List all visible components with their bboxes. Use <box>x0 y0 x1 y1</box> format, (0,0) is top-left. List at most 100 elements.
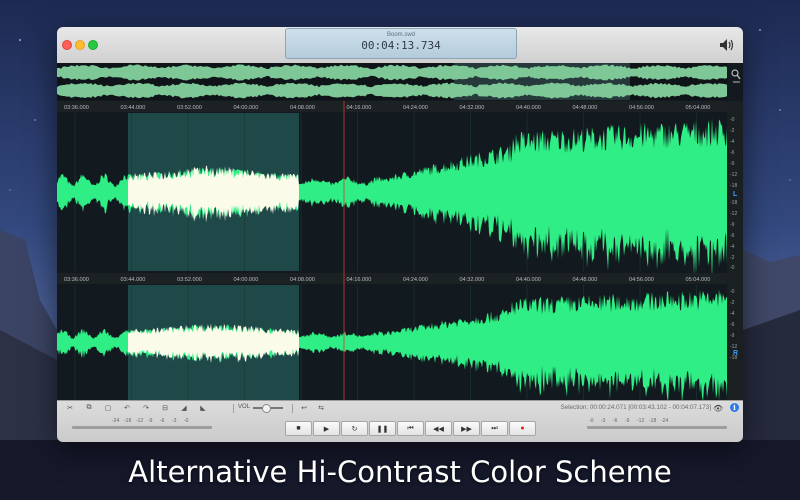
meter-label: -9 <box>148 418 153 424</box>
timeline-tick: 03:36.000 <box>64 105 89 111</box>
db-label: -9 <box>730 333 735 339</box>
cut-icon[interactable]: ✂ <box>63 403 77 413</box>
timeline-tick: 05:04.000 <box>686 277 711 283</box>
left-level-meter: -24 -18 -12 -9 -6 -3 -0 <box>72 418 212 438</box>
transport-controls: ■ ▶ ↻ ❚❚ ⏮ ◀◀ ▶▶ ⏭ ● <box>285 421 537 436</box>
close-button[interactable] <box>62 40 72 50</box>
timeline-tick: 03:52.000 <box>177 105 202 111</box>
timeline-tick: 04:48.000 <box>573 105 598 111</box>
db-label: -18 <box>730 200 737 206</box>
db-label: -6 <box>730 150 735 156</box>
left-channel-label[interactable]: L <box>733 191 738 198</box>
timeline-tick: 04:40.000 <box>516 105 541 111</box>
timeline-tick: 04:56.000 <box>629 105 654 111</box>
timeline-tick: 03:44.000 <box>121 277 146 283</box>
go-start-button[interactable]: ⏮ <box>397 421 424 436</box>
timeline-tick: 04:08.000 <box>290 277 315 283</box>
zoom-button[interactable] <box>88 40 98 50</box>
meter-label: -24 <box>661 418 669 424</box>
db-label: -9 <box>730 222 735 228</box>
db-label: -2 <box>730 255 735 261</box>
stop-button[interactable]: ■ <box>285 421 312 436</box>
eye-icon[interactable]: 👁 <box>713 404 723 413</box>
db-label: -4 <box>730 244 735 250</box>
db-label: -9 <box>730 161 735 167</box>
db-label: -0 <box>730 265 735 271</box>
db-label: -6 <box>730 322 735 328</box>
right-level-meter: -0 -3 -6 -9 -12 -18 -24 <box>587 418 727 438</box>
title-bar: Boom.swd 00:04:13.734 <box>57 27 743 64</box>
top-ruler <box>57 101 727 112</box>
timeline-tick: 03:44.000 <box>121 105 146 111</box>
selection-info: Selection: 00:00:24.071 [00:03:43.102 - … <box>560 404 711 411</box>
go-end-button[interactable]: ⏭ <box>481 421 508 436</box>
timeline-tick: 04:16.000 <box>347 277 372 283</box>
db-label: -12 <box>730 211 737 217</box>
trim-icon[interactable]: ⊟ <box>158 403 172 413</box>
paste-icon[interactable]: ▢ <box>101 403 115 413</box>
left-meter-bar <box>72 426 212 429</box>
timeline-tick: 04:48.000 <box>573 277 598 283</box>
meter-label: -3 <box>172 418 177 424</box>
redo-icon[interactable]: ↷ <box>139 403 153 413</box>
timeline-tick: 04:00.000 <box>234 277 259 283</box>
undo-icon[interactable]: ↶ <box>120 403 134 413</box>
timeline-tick: 05:04.000 <box>686 105 711 111</box>
db-label: -0 <box>730 289 735 295</box>
caption: Alternative Hi-Contrast Color Scheme <box>128 455 672 489</box>
meter-label: -6 <box>160 418 165 424</box>
timeline-tick: 04:32.000 <box>460 277 485 283</box>
info-icon[interactable]: i <box>730 403 739 412</box>
timeline-tick: 04:16.000 <box>347 105 372 111</box>
db-label: -12 <box>730 172 737 178</box>
db-label: -4 <box>730 311 735 317</box>
fade-out-icon[interactable]: ◣ <box>196 403 210 413</box>
db-label: -4 <box>730 139 735 145</box>
pause-button[interactable]: ❚❚ <box>369 421 396 436</box>
toolbar-separator <box>292 404 293 413</box>
timeline-tick: 04:24.000 <box>403 105 428 111</box>
meter-label: -9 <box>625 418 630 424</box>
timeline-tick: 03:52.000 <box>177 277 202 283</box>
bottom-toolbar: ✂ ⧉ ▢ ↶ ↷ ⊟ ◢ ◣ VOL ↩ ⇆ Selection: 00:00:24.071… <box>57 400 743 442</box>
meter-label: -24 <box>112 418 120 424</box>
timeline-tick: 04:32.000 <box>460 105 485 111</box>
meter-label: -0 <box>589 418 594 424</box>
file-name: Boom.swd <box>386 32 415 38</box>
db-label: -18 <box>730 183 737 189</box>
bottom-ruler <box>57 273 727 284</box>
copy-icon[interactable]: ⧉ <box>82 403 96 413</box>
meter-label: -18 <box>124 418 132 424</box>
meter-label: -12 <box>637 418 645 424</box>
meter-label: -12 <box>136 418 144 424</box>
timeline-tick: 04:24.000 <box>403 277 428 283</box>
meter-label: -3 <box>601 418 606 424</box>
meter-label: -18 <box>649 418 657 424</box>
record-button[interactable]: ● <box>509 421 536 436</box>
time-display: Boom.swd 00:04:13.734 <box>285 28 517 59</box>
waveform-view[interactable]: 03:36.000 03:44.000 03:52.000 04:00.000 04:0… <box>57 63 743 400</box>
fade-in-icon[interactable]: ◢ <box>177 403 191 413</box>
zoom-icon[interactable] <box>731 69 741 83</box>
timeline-tick: 04:00.000 <box>234 105 259 111</box>
loop-back-icon[interactable]: ↩ <box>297 403 311 413</box>
timeline-tick: 04:08.000 <box>290 105 315 111</box>
db-label: -0 <box>730 117 735 123</box>
speaker-icon[interactable] <box>720 39 734 51</box>
swap-icon[interactable]: ⇆ <box>314 403 328 413</box>
meter-label: -0 <box>184 418 189 424</box>
db-label: -2 <box>730 300 735 306</box>
rewind-button[interactable]: ◀◀ <box>425 421 452 436</box>
db-label: -2 <box>730 128 735 134</box>
meter-label: -6 <box>613 418 618 424</box>
volume-slider-knob[interactable] <box>262 404 271 413</box>
play-button[interactable]: ▶ <box>313 421 340 436</box>
right-channel-label[interactable]: R <box>733 350 738 357</box>
right-meter-bar <box>587 426 727 429</box>
loop-button[interactable]: ↻ <box>341 421 368 436</box>
timeline-tick: 04:56.000 <box>629 277 654 283</box>
vol-label: VOL <box>238 404 251 410</box>
minimize-button[interactable] <box>75 40 85 50</box>
fast-forward-button[interactable]: ▶▶ <box>453 421 480 436</box>
toolbar-separator <box>233 404 234 413</box>
